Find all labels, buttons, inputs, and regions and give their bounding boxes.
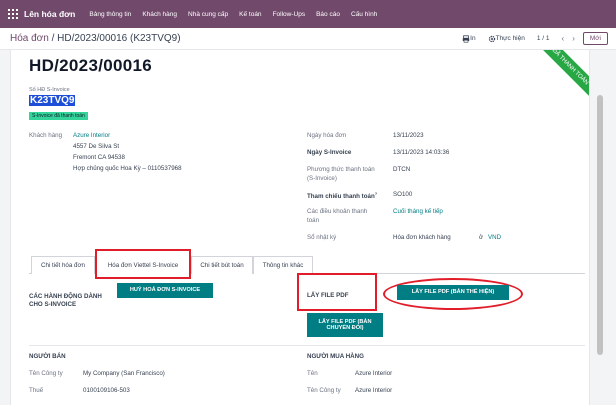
seller-company-value[interactable]: My Company (San Francisco) xyxy=(83,370,165,377)
tab-viettel-sinvoice[interactable]: Hóa đơn Viettel S-Invoice xyxy=(95,249,191,279)
sinvoice-date-label: Ngày S-Invoice xyxy=(307,149,352,156)
payment-terms-label-line2: toán xyxy=(307,217,320,224)
invoice-date-label: Ngày hóa đơn xyxy=(307,132,347,139)
payment-ref-label: Tham chiếu thanh toán? xyxy=(307,191,377,200)
tab-journal-items[interactable]: Chi tiết bút toán xyxy=(191,256,253,274)
invoice-date-value[interactable]: 13/11/2023 xyxy=(393,132,424,139)
payment-method-value[interactable]: DTCN xyxy=(393,166,410,173)
sinvoice-number-value[interactable]: K23TVQ9 xyxy=(29,95,76,106)
scrollbar-thumb[interactable] xyxy=(597,95,603,355)
payment-method-label-line1: Phương thức thanh toán xyxy=(307,166,375,173)
section-divider xyxy=(29,345,585,346)
menu-item-vendors[interactable]: Nhà cung cấp xyxy=(188,11,228,18)
payment-ref-label-text: Tham chiếu thanh toán xyxy=(307,193,375,201)
new-button[interactable]: Mới xyxy=(582,32,608,45)
customer-address-line2: Fremont CA 94538 xyxy=(73,154,125,161)
page-scrollbar[interactable] xyxy=(596,50,604,405)
pager-prev-icon[interactable]: ‹ xyxy=(562,34,565,43)
pager-value[interactable]: 1 / 1 xyxy=(537,35,550,42)
help-icon[interactable]: ? xyxy=(375,191,377,196)
tab-invoice-lines[interactable]: Chi tiết hóa đơn xyxy=(31,256,95,274)
control-panel: Hóa đơn / HD/2023/00016 (K23TVQ9) In Thự… xyxy=(0,28,616,50)
buyer-company-label: Tên Công ty xyxy=(307,387,341,394)
form-sheet: ĐÃ THANH TOÁN HD/2023/00016 Số HĐ S-Invo… xyxy=(10,50,590,405)
notebook-tabs: Chi tiết hóa đơn Hóa đơn Viettel S-Invoi… xyxy=(29,249,585,279)
record-title: HD/2023/00016 xyxy=(29,56,152,75)
sinvoice-number-label: Số HĐ S-Invoice xyxy=(29,87,70,93)
pdf-converted-label-line2: CHUYỂN ĐỔI) xyxy=(326,325,364,331)
journal-value[interactable]: Hóa đơn khách hàng xyxy=(393,234,451,241)
menu-item-accounting[interactable]: Kế toán xyxy=(239,11,261,18)
control-actions: In Thực hiện 1 / 1 ‹ › Mới xyxy=(462,32,608,45)
payment-terms-link[interactable]: Cuối tháng kế tiếp xyxy=(393,208,443,215)
gear-icon xyxy=(488,35,495,42)
get-pdf-converted-button[interactable]: LẤY FILE PDF (BẢN CHUYỂN ĐỔI) xyxy=(307,313,383,337)
get-pdf-draft-button[interactable]: LẤY FILE PDF (BẢN THỂ HIỆN) xyxy=(397,285,509,300)
pdf-section-title: LẤY FILE PDF xyxy=(307,292,349,299)
breadcrumb-current: HD/2023/00016 (K23TVQ9) xyxy=(57,33,181,44)
pager-next-icon[interactable]: › xyxy=(572,34,575,43)
seller-tax-label: Thuế xyxy=(29,387,44,394)
paid-ribbon: ĐÃ THANH TOÁN xyxy=(533,50,589,104)
apps-grid-icon[interactable] xyxy=(8,9,18,19)
menu-item-dashboard[interactable]: Bảng thông tin xyxy=(89,11,131,18)
payment-terms-label-line1: Các điều khoản thanh xyxy=(307,208,368,215)
app-name[interactable]: Lên hóa đơn xyxy=(24,9,75,19)
breadcrumb-parent[interactable]: Hóa đơn xyxy=(10,33,49,44)
journal-label: Sổ nhật ký xyxy=(307,234,337,241)
customer-address-line1: 4557 De Silva St xyxy=(73,143,120,150)
customer-link[interactable]: Azure Interior xyxy=(73,132,110,139)
customer-address-line3: Hợp chủng quốc Hoa Kỳ – 0110537968 xyxy=(73,165,182,172)
action-label: Thực hiện xyxy=(495,35,525,42)
buyer-company-value[interactable]: Azure Interior xyxy=(355,387,392,394)
action-button[interactable]: Thực hiện xyxy=(488,35,525,43)
customer-label: Khách hàng xyxy=(29,132,63,139)
seller-company-label: Tên Công ty xyxy=(29,370,63,377)
menu-item-configuration[interactable]: Cấu hình xyxy=(351,11,377,18)
print-label: In xyxy=(470,35,476,42)
payment-ref-value[interactable]: SO100 xyxy=(393,191,412,198)
main-menu: Bảng thông tin Khách hàng Nhà cung cấp K… xyxy=(89,11,388,18)
journal-in-text: ở xyxy=(479,234,484,241)
menu-item-customers[interactable]: Khách hàng xyxy=(142,11,177,18)
seller-tax-value[interactable]: 0100109106-503 xyxy=(83,387,130,394)
seller-title: NGƯỜI BÁN xyxy=(29,353,66,360)
menu-item-reports[interactable]: Báo cáo xyxy=(316,11,340,18)
top-navbar: Lên hóa đơn Bảng thông tin Khách hàng Nh… xyxy=(0,0,616,28)
printer-icon xyxy=(462,34,470,43)
sinvoice-actions-title-line1: CÁC HÀNH ĐỘNG DÀNH xyxy=(29,293,102,300)
buyer-name-value[interactable]: Azure Interior xyxy=(355,370,392,377)
sinvoice-date-value[interactable]: 13/11/2023 14:03:36 xyxy=(393,149,449,156)
payment-method-label-line2: (S-Invoice) xyxy=(307,175,337,182)
breadcrumb-separator: / xyxy=(48,33,58,44)
currency-link[interactable]: VND xyxy=(488,234,501,241)
status-badge: S-Invoice đã thanh toán xyxy=(29,112,88,120)
buyer-name-label: Tên xyxy=(307,370,318,377)
buyer-title: NGƯỜI MUA HÀNG xyxy=(307,353,364,360)
menu-item-followups[interactable]: Follow-Ups xyxy=(273,11,306,18)
print-button[interactable]: In xyxy=(462,34,476,43)
tab-other-info[interactable]: Thông tin khác xyxy=(253,256,313,274)
breadcrumb: Hóa đơn / HD/2023/00016 (K23TVQ9) xyxy=(10,33,181,44)
sinvoice-actions-title-line2: CHO S-INVOICE xyxy=(29,301,77,308)
cancel-sinvoice-button[interactable]: HUỶ HOÁ ĐƠN S-INVOICE xyxy=(117,283,213,298)
